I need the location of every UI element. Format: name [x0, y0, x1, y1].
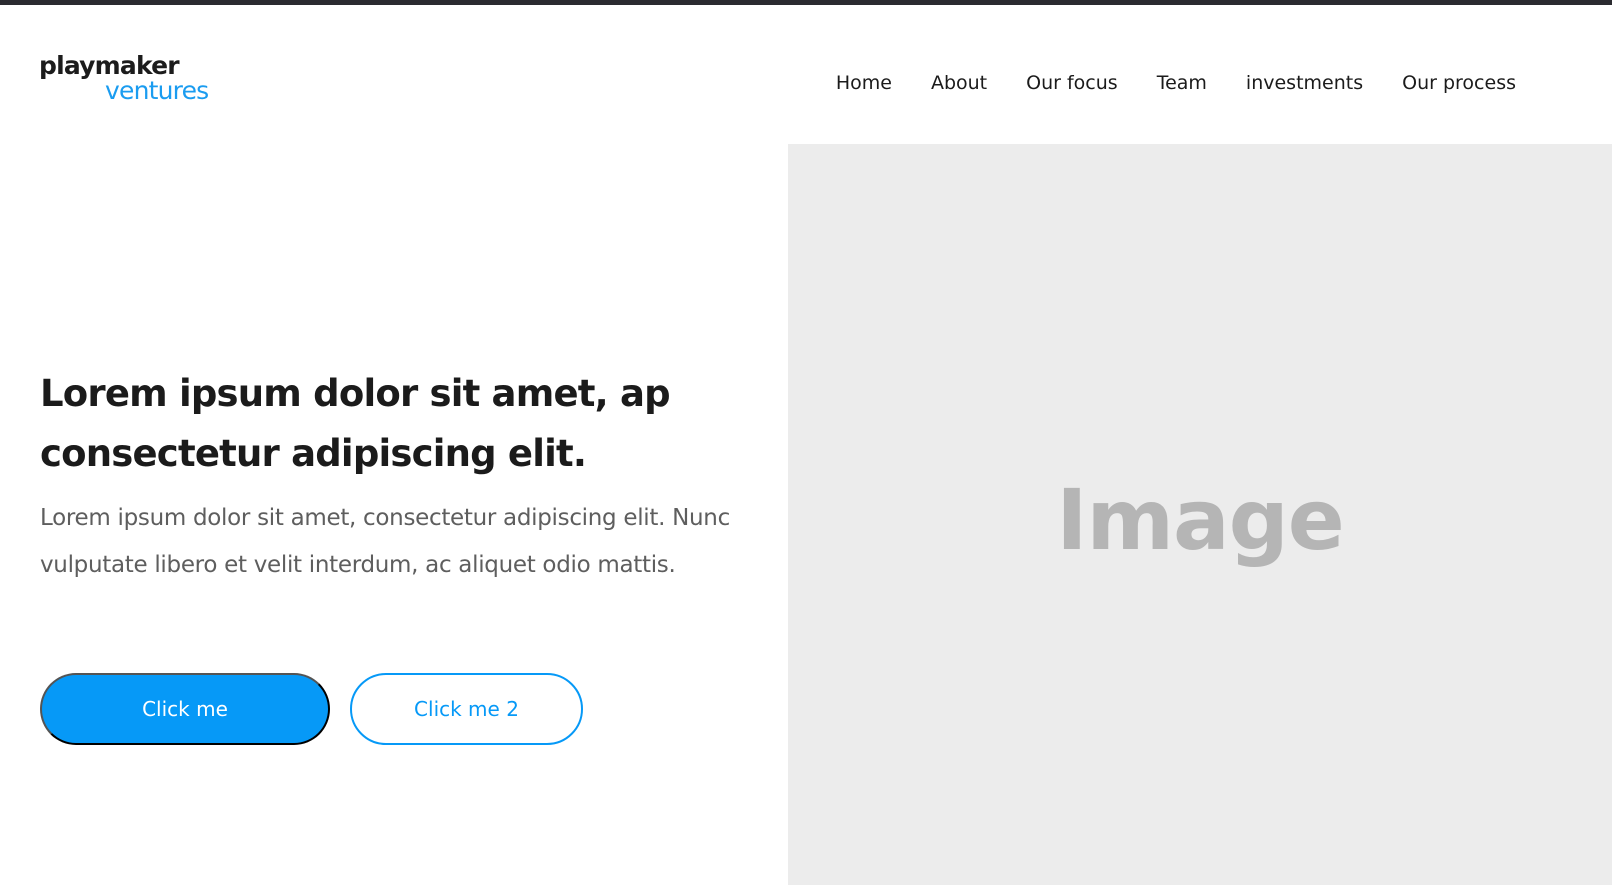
- top-accent-bar: [0, 0, 1612, 5]
- nav-item-investments[interactable]: investments: [1246, 68, 1363, 98]
- nav-item-team[interactable]: Team: [1157, 68, 1207, 98]
- hero-description: Lorem ipsum dolor sit amet, consectetur …: [40, 505, 730, 578]
- logo-wordmark-ventures: ventures: [105, 76, 209, 105]
- hero-image-placeholder: Image: [788, 144, 1612, 885]
- hero-title: Lorem ipsum dolor sit amet, ap consectet…: [40, 372, 671, 475]
- main-nav: Home About Our focus Team investments Ou…: [836, 68, 1516, 98]
- nav-item-our-process[interactable]: Our process: [1402, 68, 1516, 98]
- click-me-button[interactable]: Click me: [40, 673, 330, 745]
- brand-logo[interactable]: playmaker ventures: [39, 51, 229, 107]
- nav-item-home[interactable]: Home: [836, 68, 892, 98]
- image-placeholder-label: Image: [1056, 470, 1345, 569]
- nav-item-our-focus[interactable]: Our focus: [1026, 68, 1118, 98]
- nav-item-about[interactable]: About: [931, 68, 987, 98]
- click-me-2-button[interactable]: Click me 2: [350, 673, 583, 745]
